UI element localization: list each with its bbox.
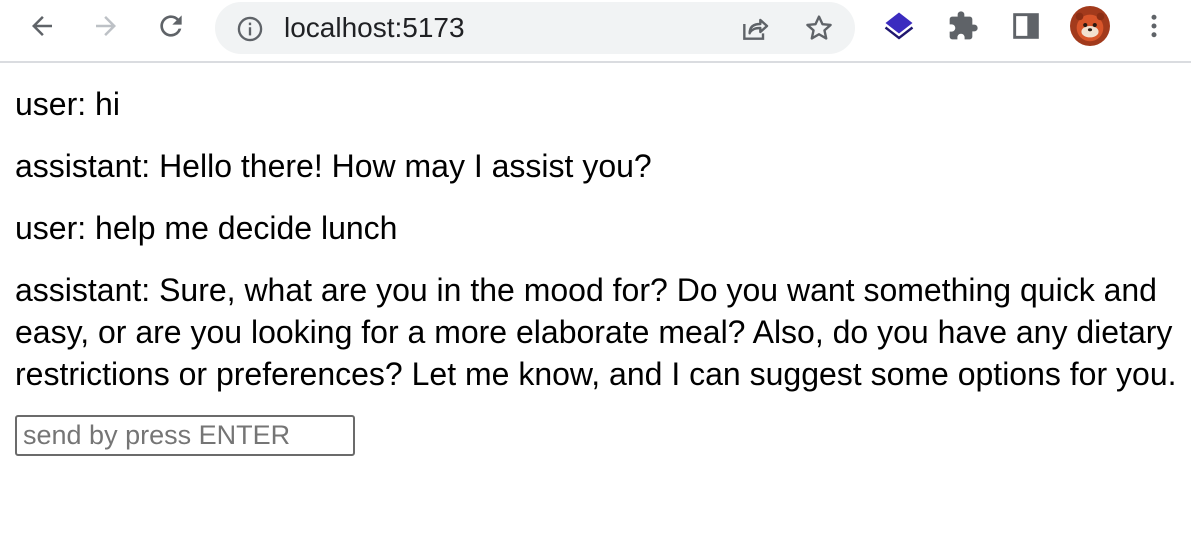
chat-message: user: help me decide lunch [15,210,398,246]
chat-page: user: hi assistant: Hello there! How may… [0,63,1191,456]
reload-button[interactable] [151,6,191,46]
address-bar[interactable]: localhost:5173 [215,2,855,54]
puzzle-icon [949,11,978,40]
profile-button[interactable] [1070,6,1110,46]
side-panel-icon [1013,13,1039,39]
side-panel-button[interactable] [1006,6,1046,46]
kebab-menu-icon [1151,14,1157,38]
reload-icon [160,15,182,37]
url-text[interactable]: localhost:5173 [284,11,465,45]
browser-menu-button[interactable] [1134,6,1174,46]
forward-button[interactable] [86,6,126,46]
star-icon [806,15,832,40]
bookmark-button[interactable] [801,10,837,46]
browser-toolbar: localhost:5173 [0,0,1191,63]
profile-avatar [1070,6,1110,46]
chat-message: assistant: Sure, what are you in the moo… [15,272,1177,392]
back-arrow-icon [32,16,52,36]
extensions-button[interactable] [943,6,983,46]
forward-arrow-icon [96,16,116,36]
chat-message: user: hi [15,86,120,122]
share-button[interactable] [737,10,773,46]
info-icon [237,16,263,42]
back-button[interactable] [22,6,62,46]
chat-message: assistant: Hello there! How may I assist… [15,148,652,184]
share-icon [743,18,769,40]
site-info-button[interactable] [235,14,265,44]
layers-extension-icon [884,12,914,40]
layers-extension-button[interactable] [879,6,919,46]
message-input[interactable] [15,415,355,456]
